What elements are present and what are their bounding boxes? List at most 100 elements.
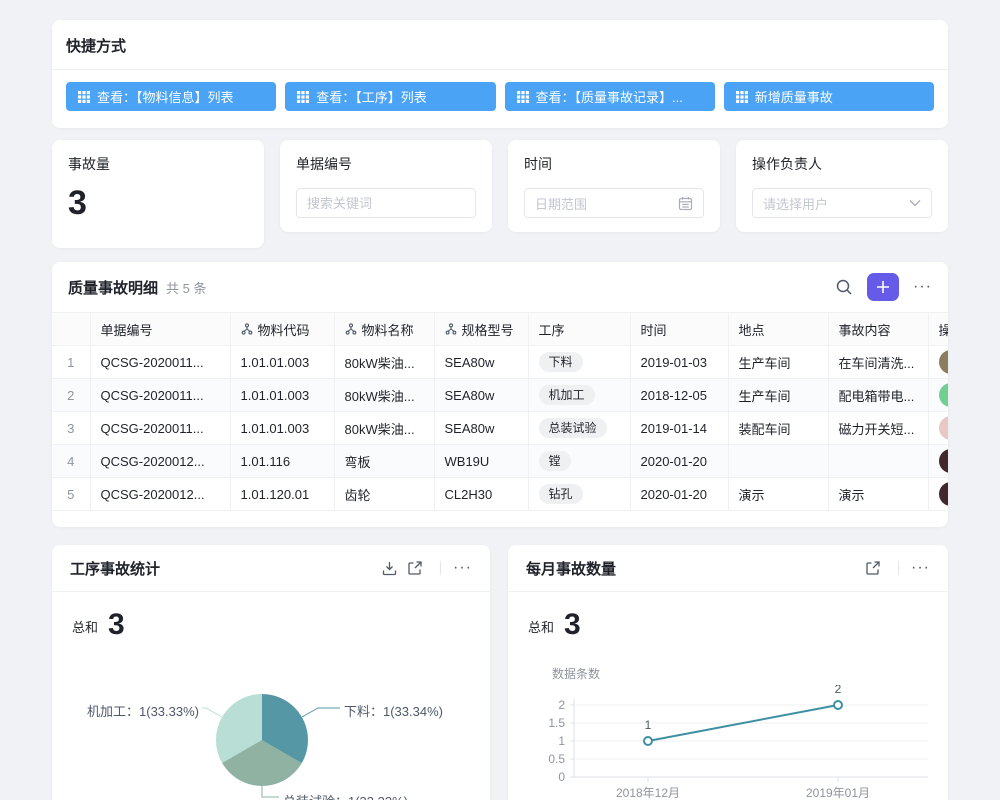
export-button[interactable]: [376, 555, 402, 581]
x-tick-dec: 2018年12月: [616, 786, 680, 800]
user-select-placeholder: 请选择用户: [763, 194, 828, 213]
cell-place: 装配车间: [728, 412, 828, 445]
search-icon: [835, 278, 853, 296]
data-point-jan: [834, 701, 842, 709]
point-label: 2: [835, 685, 842, 696]
divider: [898, 561, 899, 575]
pie-label-machining: 机加工：1(33.33%): [62, 701, 199, 720]
line-chart: 2 1.5 1 0.5 0 2018年12月 2019年01月 时间（月） 1 …: [520, 685, 940, 800]
shortcut-button-new-accident[interactable]: 新增质量事故: [724, 82, 934, 111]
cell-content: 磁力开关短...: [828, 412, 928, 445]
cell-process: 总装试验: [528, 412, 630, 445]
cell-process: 镗: [528, 445, 630, 478]
pie-more-button[interactable]: ···: [453, 559, 472, 577]
y-tick: 2: [558, 698, 565, 712]
table-row[interactable]: 2 QCSG-2020011... 1.01.01.003 80kW柴油... …: [52, 379, 948, 412]
col-time[interactable]: 时间: [630, 313, 728, 346]
col-operator[interactable]: 操作负责人: [928, 313, 948, 346]
col-process[interactable]: 工序: [528, 313, 630, 346]
shortcut-button-label: 新增质量事故: [755, 87, 833, 106]
line-more-button[interactable]: ···: [911, 559, 930, 577]
sum-label: 总和: [528, 617, 554, 640]
cell-content: 演示: [828, 478, 928, 511]
col-content[interactable]: 事故内容: [828, 313, 928, 346]
line-y-axis-name: 数据条数: [552, 665, 600, 682]
date-range-picker[interactable]: 日期范围: [524, 188, 704, 218]
line-chart-title: 每月事故数量: [526, 558, 860, 579]
cell-time: 2018-12-05: [630, 379, 728, 412]
sum-label: 总和: [72, 617, 98, 640]
search-button[interactable]: [831, 274, 857, 300]
y-tick: 1: [558, 734, 565, 748]
process-tag: 机加工: [539, 385, 595, 405]
shortcut-button-material-list[interactable]: 查看：【物料信息】列表: [66, 82, 276, 111]
pie-label-assembly-test: 总装试验：1(33.33%): [283, 791, 408, 800]
doc-no-filter-card: 单据编号: [280, 140, 492, 232]
grid-icon: [297, 91, 309, 103]
doc-no-input-wrap: [296, 188, 476, 218]
doc-no-filter-label: 单据编号: [296, 154, 476, 174]
grid-icon: [736, 91, 748, 103]
cell-material-name: 80kW柴油...: [334, 412, 434, 445]
point-label: 1: [645, 718, 652, 732]
table-header-row: 单据编号 物料代码 物料名称 规格型号 工序 时间 地点 事故内容 操作负责人: [52, 313, 948, 346]
cell-content: 在车间清洗...: [828, 346, 928, 379]
operator-filter-label: 操作负责人: [752, 154, 932, 174]
avatar: [939, 383, 949, 407]
process-tag: 总装试验: [539, 418, 607, 438]
col-material-name[interactable]: 物料名称: [334, 313, 434, 346]
cell-place: 生产车间: [728, 379, 828, 412]
accident-count-value: 3: [68, 186, 248, 220]
sum-value: 3: [564, 610, 581, 640]
cell-material-name: 80kW柴油...: [334, 379, 434, 412]
doc-no-search-input[interactable]: [307, 196, 465, 211]
col-place[interactable]: 地点: [728, 313, 828, 346]
date-range-placeholder: 日期范围: [535, 194, 587, 213]
sum-value: 3: [108, 610, 125, 640]
avatar: [939, 350, 949, 374]
cell-place: [728, 445, 828, 478]
table-row[interactable]: 4 QCSG-2020012... 1.01.116 弯板 WB19U 镗 20…: [52, 445, 948, 478]
data-point-dec: [644, 737, 652, 745]
y-tick: 0.5: [548, 752, 565, 766]
table-title: 质量事故明细: [68, 277, 158, 298]
cell-place: 演示: [728, 478, 828, 511]
col-material-code[interactable]: 物料代码: [230, 313, 334, 346]
cell-doc-no: QCSG-2020012...: [90, 478, 230, 511]
plus-icon: [876, 280, 890, 294]
cell-place: 生产车间: [728, 346, 828, 379]
accident-count-card: 事故量 3: [52, 140, 264, 248]
open-fullscreen-button[interactable]: [860, 555, 886, 581]
shortcut-button-process-list[interactable]: 查看：【工序】列表: [285, 82, 495, 111]
row-number-header: [52, 313, 90, 346]
table-more-button[interactable]: ···: [913, 278, 932, 296]
shortcut-button-accident-record-list[interactable]: 查看：【质量事故记录】...: [505, 82, 715, 111]
table-row[interactable]: 1 QCSG-2020011... 1.01.01.003 80kW柴油... …: [52, 346, 948, 379]
accident-table: 单据编号 物料代码 物料名称 规格型号 工序 时间 地点 事故内容 操作负责人 …: [52, 312, 948, 511]
cell-doc-no: QCSG-2020011...: [90, 379, 230, 412]
cell-spec-model: WB19U: [434, 445, 528, 478]
external-link-icon: [865, 560, 881, 576]
operator-filter-card: 操作负责人 请选择用户: [736, 140, 948, 232]
user-select[interactable]: 请选择用户: [752, 188, 932, 218]
cell-process: 机加工: [528, 379, 630, 412]
cell-operator: [928, 412, 948, 445]
cell-content: [828, 445, 928, 478]
shortcut-button-label: 查看：【工序】列表: [316, 87, 427, 106]
cell-operator: [928, 379, 948, 412]
table-row[interactable]: 5 QCSG-2020012... 1.01.120.01 齿轮 CL2H30 …: [52, 478, 948, 511]
process-tag: 钻孔: [539, 484, 583, 504]
open-fullscreen-button[interactable]: [402, 555, 428, 581]
cell-operator: [928, 346, 948, 379]
pie-chart-title: 工序事故统计: [70, 558, 376, 579]
cell-time: 2020-01-20: [630, 445, 728, 478]
cell-material-code: 1.01.01.003: [230, 412, 334, 445]
table-row[interactable]: 3 QCSG-2020011... 1.01.01.003 80kW柴油... …: [52, 412, 948, 445]
cell-material-code: 1.01.01.003: [230, 346, 334, 379]
calendar-icon: [678, 196, 693, 211]
col-spec-model[interactable]: 规格型号: [434, 313, 528, 346]
col-doc-no[interactable]: 单据编号: [90, 313, 230, 346]
shortcut-button-label: 查看：【物料信息】列表: [97, 87, 234, 106]
add-record-button[interactable]: [867, 273, 899, 301]
avatar: [939, 449, 949, 473]
